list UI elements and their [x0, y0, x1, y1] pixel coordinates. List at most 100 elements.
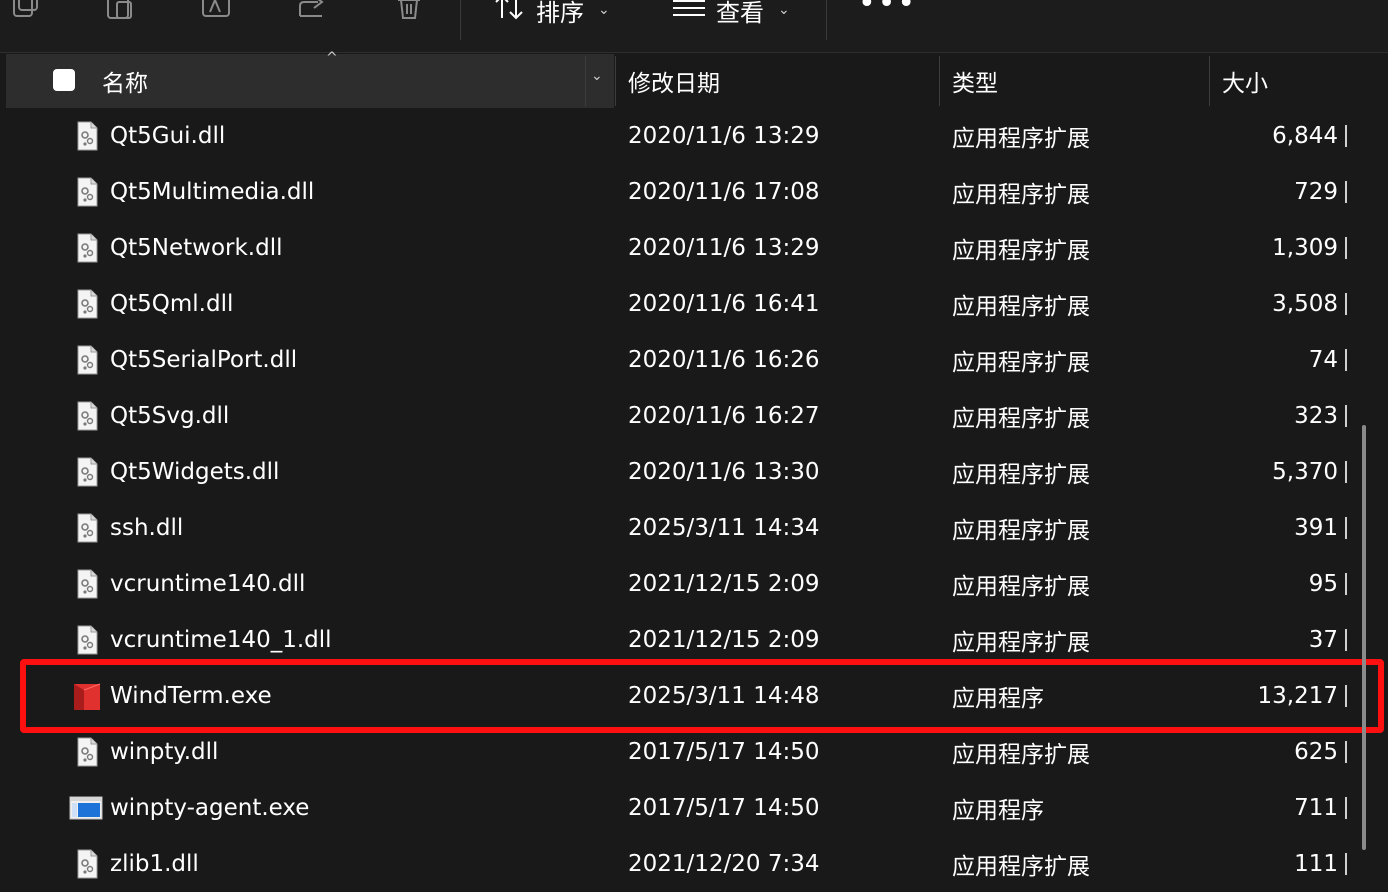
- file-size: 729: [1294, 179, 1338, 205]
- column-name[interactable]: 名称: [102, 54, 148, 108]
- file-row[interactable]: Qt5SerialPort.dll 2020/11/6 16:26 应用程序扩展 74: [0, 332, 1388, 388]
- file-size: 13,217: [1257, 683, 1338, 709]
- sort-button[interactable]: 排序 ⌄: [494, 0, 610, 30]
- column-divider[interactable]: [615, 56, 616, 106]
- dll-file-icon: [72, 344, 102, 376]
- dll-file-icon: [72, 232, 102, 264]
- file-name[interactable]: vcruntime140_1.dll: [110, 612, 332, 668]
- file-date: 2021/12/20 7:34: [628, 851, 820, 877]
- dll-file-icon: [72, 176, 102, 208]
- dll-file-icon: [72, 568, 102, 600]
- file-date: 2025/3/11 14:48: [628, 683, 820, 709]
- rename-icon[interactable]: [200, 0, 234, 24]
- view-icon: [672, 0, 706, 28]
- file-date: 2020/11/6 16:41: [628, 291, 820, 317]
- column-date[interactable]: 修改日期: [628, 54, 720, 108]
- file-name[interactable]: Qt5Network.dll: [110, 220, 282, 276]
- file-type: 应用程序扩展: [952, 294, 1090, 320]
- column-type[interactable]: 类型: [952, 54, 998, 108]
- file-name[interactable]: Qt5Multimedia.dll: [110, 164, 314, 220]
- file-name[interactable]: winpty.dll: [110, 724, 218, 780]
- size-unit-clipped: [1345, 517, 1347, 539]
- delete-icon[interactable]: [392, 0, 426, 24]
- file-type: 应用程序扩展: [952, 854, 1090, 880]
- file-date: 2020/11/6 13:29: [628, 235, 820, 261]
- file-date: 2020/11/6 16:27: [628, 403, 820, 429]
- copy-icon[interactable]: [8, 0, 42, 24]
- view-button[interactable]: 查看 ⌄: [672, 0, 790, 30]
- file-size: 37: [1308, 627, 1338, 653]
- file-name[interactable]: Qt5Gui.dll: [110, 108, 225, 164]
- file-name[interactable]: WindTerm.exe: [110, 668, 272, 724]
- file-size: 3,508: [1272, 291, 1338, 317]
- file-type: 应用程序扩展: [952, 630, 1090, 656]
- file-row[interactable]: Qt5Network.dll 2020/11/6 13:29 应用程序扩展 1,309: [0, 220, 1388, 276]
- file-date: 2017/5/17 14:50: [628, 739, 820, 765]
- file-date: 2020/11/6 17:08: [628, 179, 820, 205]
- file-name[interactable]: winpty-agent.exe: [110, 780, 309, 836]
- select-all-checkbox[interactable]: [53, 69, 75, 91]
- file-row[interactable]: Qt5Widgets.dll 2020/11/6 13:30 应用程序扩展 5,370: [0, 444, 1388, 500]
- file-size: 95: [1308, 571, 1338, 597]
- size-unit-clipped: [1345, 797, 1347, 819]
- file-size: 6,844: [1272, 123, 1338, 149]
- file-row[interactable]: vcruntime140_1.dll 2021/12/15 2:09 应用程序扩展 3…: [0, 612, 1388, 668]
- file-type: 应用程序扩展: [952, 238, 1090, 264]
- file-row[interactable]: Qt5Gui.dll 2020/11/6 13:29 应用程序扩展 6,844: [0, 108, 1388, 164]
- chevron-down-icon[interactable]: ⌄: [591, 68, 603, 84]
- name-column-header-bg[interactable]: [6, 54, 614, 108]
- file-row[interactable]: zlib1.dll 2021/12/20 7:34 应用程序扩展 111: [0, 836, 1388, 892]
- file-type: 应用程序扩展: [952, 462, 1090, 488]
- command-bar: 排序 ⌄ 查看 ⌄ •••: [0, 0, 1388, 53]
- file-name[interactable]: Qt5Widgets.dll: [110, 444, 279, 500]
- file-name[interactable]: zlib1.dll: [110, 836, 199, 892]
- file-name[interactable]: vcruntime140.dll: [110, 556, 305, 612]
- dll-file-icon: [72, 624, 102, 656]
- file-name[interactable]: Qt5Svg.dll: [110, 388, 229, 444]
- size-unit-clipped: [1345, 461, 1347, 483]
- size-unit-clipped: [1345, 405, 1347, 427]
- file-date: 2020/11/6 16:26: [628, 347, 820, 373]
- vertical-scrollbar[interactable]: [1362, 425, 1366, 850]
- file-row[interactable]: Qt5Svg.dll 2020/11/6 16:27 应用程序扩展 323: [0, 388, 1388, 444]
- size-unit-clipped: [1345, 741, 1347, 763]
- file-size: 323: [1294, 403, 1338, 429]
- share-icon[interactable]: [296, 0, 330, 24]
- dll-file-icon: [72, 288, 102, 320]
- sort-icon: [494, 0, 526, 28]
- file-type: 应用程序: [952, 798, 1044, 824]
- column-divider[interactable]: [939, 56, 940, 106]
- file-type: 应用程序扩展: [952, 182, 1090, 208]
- file-name[interactable]: ssh.dll: [110, 500, 183, 556]
- size-unit-clipped: [1345, 181, 1347, 203]
- file-date: 2021/12/15 2:09: [628, 627, 820, 653]
- column-divider[interactable]: [1209, 56, 1210, 106]
- file-name[interactable]: Qt5Qml.dll: [110, 276, 233, 332]
- file-row[interactable]: WindTerm.exe 2025/3/11 14:48 应用程序 13,217: [0, 668, 1388, 724]
- file-row[interactable]: ssh.dll 2025/3/11 14:34 应用程序扩展 391: [0, 500, 1388, 556]
- file-row[interactable]: vcruntime140.dll 2021/12/15 2:09 应用程序扩展 95: [0, 556, 1388, 612]
- sort-ascending-icon: ^: [326, 50, 338, 66]
- sort-label: 排序: [536, 0, 584, 27]
- paste-icon[interactable]: [104, 0, 138, 24]
- file-type: 应用程序扩展: [952, 350, 1090, 376]
- file-row[interactable]: winpty-agent.exe 2017/5/17 14:50 应用程序 711: [0, 780, 1388, 836]
- windterm-app-icon: [72, 680, 102, 712]
- file-type: 应用程序扩展: [952, 742, 1090, 768]
- file-size: 625: [1294, 739, 1338, 765]
- column-divider[interactable]: [585, 56, 586, 106]
- size-unit-clipped: [1345, 685, 1347, 707]
- file-date: 2021/12/15 2:09: [628, 571, 820, 597]
- file-list: Qt5Gui.dll 2020/11/6 13:29 应用程序扩展 6,844 Qt5M…: [0, 108, 1388, 892]
- file-row[interactable]: Qt5Qml.dll 2020/11/6 16:41 应用程序扩展 3,508: [0, 276, 1388, 332]
- file-size: 74: [1308, 347, 1338, 373]
- file-name[interactable]: Qt5SerialPort.dll: [110, 332, 297, 388]
- file-size: 5,370: [1272, 459, 1338, 485]
- size-unit-clipped: [1345, 125, 1347, 147]
- more-options-button[interactable]: •••: [858, 0, 917, 21]
- size-unit-clipped: [1345, 629, 1347, 651]
- file-row[interactable]: Qt5Multimedia.dll 2020/11/6 17:08 应用程序扩展 72…: [0, 164, 1388, 220]
- column-size[interactable]: 大小: [1222, 54, 1268, 108]
- dll-file-icon: [72, 456, 102, 488]
- file-row[interactable]: winpty.dll 2017/5/17 14:50 应用程序扩展 625: [0, 724, 1388, 780]
